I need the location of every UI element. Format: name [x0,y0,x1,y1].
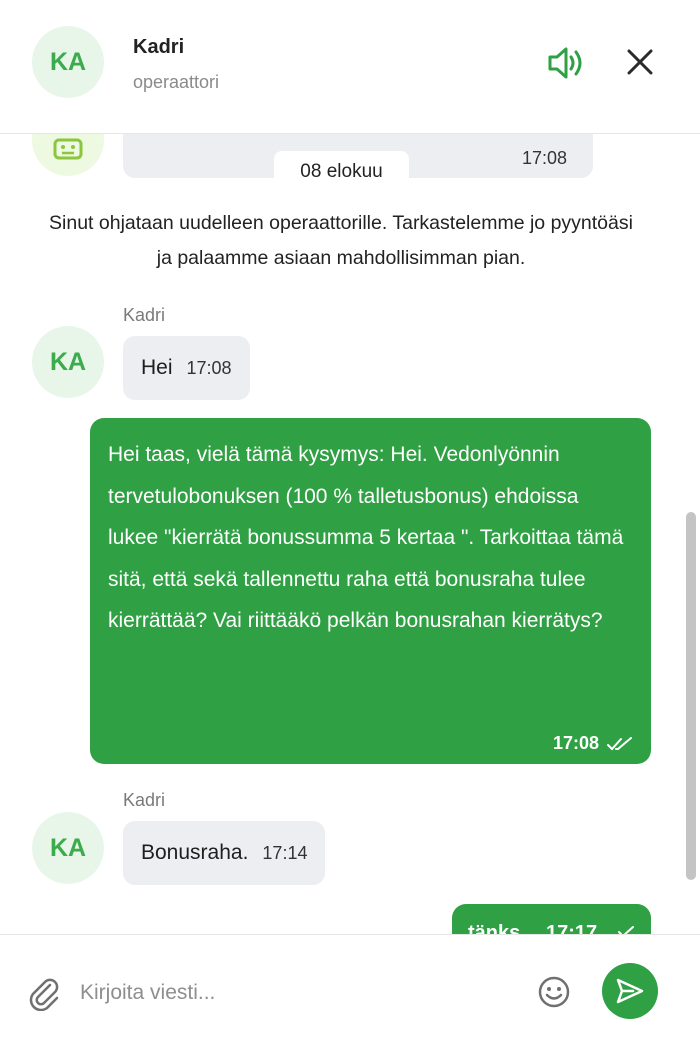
outgoing-message: Hei taas, vielä tämä kysymys: Hei. Vedon… [90,418,651,764]
message-composer [0,934,700,1040]
agent-avatar-initials: KA [49,47,87,76]
message-text: Hei [141,356,173,379]
smiley-icon [538,976,570,1008]
agent-name: Kadri [133,36,185,58]
message-meta: 17:08 [553,733,633,754]
attach-button[interactable] [26,975,62,1012]
sound-toggle-button[interactable] [546,44,586,82]
message-time: 17:14 [262,842,308,863]
chat-header: KA Kadri operaattori [0,0,700,134]
check-icon [618,926,634,934]
agent-avatar-initials: KA [49,833,87,862]
paperclip-icon [29,978,59,1012]
send-button[interactable] [602,963,658,1019]
message-sender: Kadri [123,305,166,325]
message-time: 17:08 [186,357,232,378]
message-input[interactable] [80,971,520,1015]
message-time: 17:17 [546,922,598,934]
emoji-button[interactable] [536,974,572,1010]
message-time: 17:08 [552,733,599,753]
agent-role: operaattori [133,72,220,92]
system-message: Sinut ohjataan uudelleen operaattorille.… [49,212,633,269]
message-sender: Kadri [123,790,166,810]
close-icon [627,49,653,75]
double-check-icon [607,736,632,750]
scrollbar-thumb[interactable] [686,512,696,880]
robot-icon [53,138,83,160]
message-text: tänks [468,922,521,934]
agent-avatar: KA [32,26,104,98]
speaker-on-icon [548,47,582,79]
message-list[interactable]: 17:08 08 elokuu Sinut ohjataan uudelleen… [0,134,700,934]
agent-avatar: KA [32,812,104,884]
outgoing-message: tänks 17:17 [452,904,651,934]
message-text: Hei taas, vielä tämä kysymys: Hei. Vedon… [108,443,624,632]
message-text: Bonusraha. [141,841,249,864]
date-separator: 08 elokuu [274,151,409,191]
agent-avatar-initials: KA [49,347,87,376]
previous-bot-message-time: 17:08 [522,148,568,168]
close-button[interactable] [622,44,658,80]
bot-avatar [32,134,104,176]
send-icon [616,978,644,1004]
agent-avatar: KA [32,326,104,398]
incoming-message: Bonusraha. 17:14 [123,821,326,885]
incoming-message: Hei 17:08 [123,336,250,400]
